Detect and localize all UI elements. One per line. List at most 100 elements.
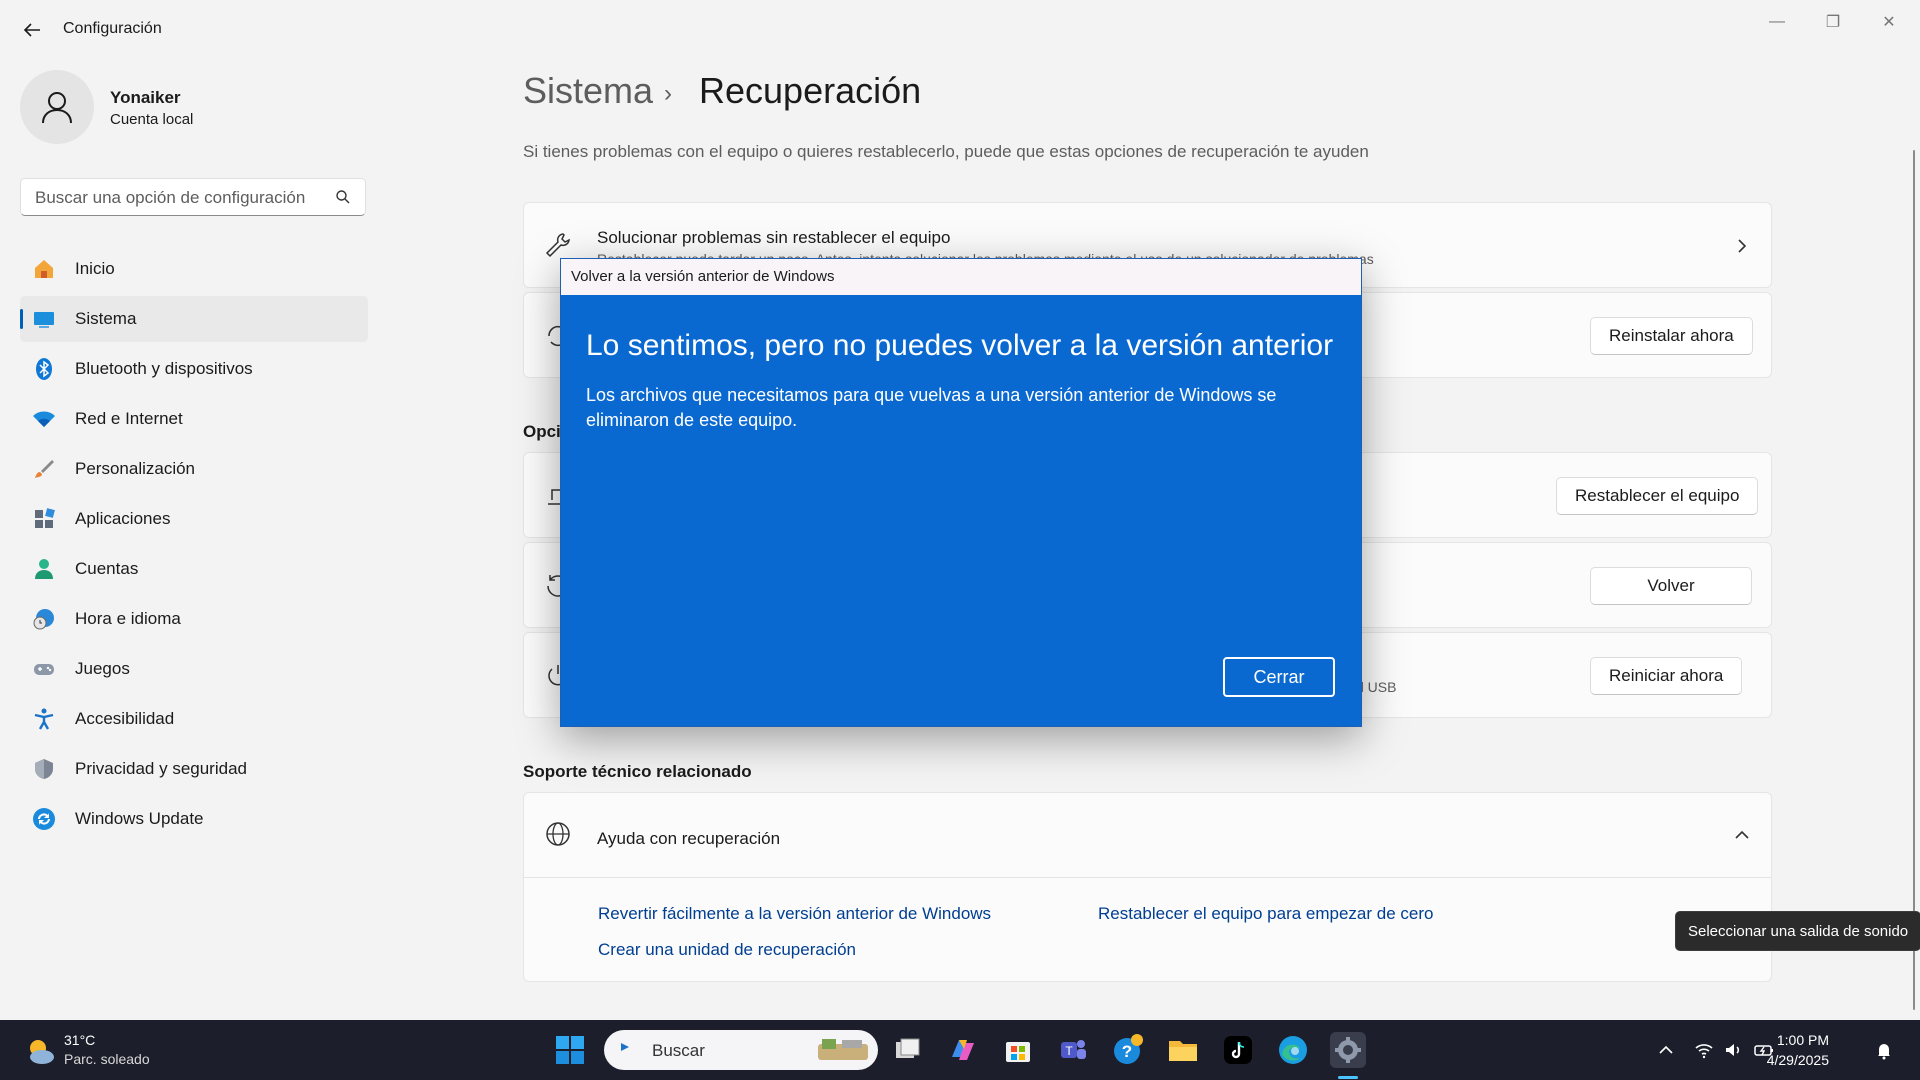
system-icon (34, 312, 54, 328)
search-highlight-icon (818, 1039, 868, 1060)
nav-item-hora[interactable]: Hora e idioma (20, 596, 368, 642)
chevron-up-icon[interactable] (1732, 825, 1752, 845)
link-reset-pc-fresh[interactable]: Restablecer el equipo para empezar de ce… (1098, 904, 1433, 924)
wifi-icon (33, 411, 55, 427)
nav-label: Personalización (75, 459, 196, 478)
nav-item-red[interactable]: Red e Internet (20, 396, 368, 442)
title-bar: Configuración — ❐ ✕ (0, 0, 1920, 60)
help-card-header[interactable]: Ayuda con recuperación (524, 793, 1771, 878)
nav-label: Hora e idioma (75, 609, 181, 628)
nav-item-privacidad[interactable]: Privacidad y seguridad (20, 746, 368, 792)
taskbar-edge[interactable] (1275, 1032, 1311, 1068)
taskbar: 31°C Parc. soleado T ? 1:00 PM 4/29/2025 (0, 1020, 1920, 1080)
tiktok-icon (1224, 1036, 1252, 1064)
taskbar-file-explorer[interactable] (1165, 1032, 1201, 1068)
accessibility-icon (34, 708, 54, 730)
nav-item-aplicaciones[interactable]: Aplicaciones (20, 496, 368, 542)
scrollbar[interactable] (1913, 150, 1915, 1010)
related-support-heading: Soporte técnico relacionado (523, 762, 752, 781)
globe-clock-icon (33, 609, 54, 630)
gamepad-icon (34, 664, 54, 675)
clock-date[interactable]: 4/29/2025 (1767, 1052, 1829, 1068)
search-input[interactable] (33, 179, 327, 217)
nav-label: Privacidad y seguridad (75, 759, 247, 778)
nav-item-inicio[interactable]: Inicio (20, 246, 368, 292)
taskbar-search[interactable] (604, 1030, 878, 1072)
sound-output-tooltip: Seleccionar una salida de sonido (1675, 911, 1920, 951)
taskbar-copilot[interactable] (945, 1032, 981, 1068)
nav-item-bluetooth[interactable]: Bluetooth y dispositivos (20, 346, 368, 392)
nav-item-sistema[interactable]: Sistema (20, 296, 368, 342)
notification-bell-icon[interactable] (1874, 1040, 1894, 1060)
clock-time[interactable]: 1:00 PM (1777, 1032, 1829, 1048)
nav-item-cuentas[interactable]: Cuentas (20, 546, 368, 592)
card-title: Ayuda con recuperación (597, 829, 781, 848)
nav-label: Inicio (75, 259, 115, 278)
weather-icon[interactable] (24, 1036, 56, 1066)
volume-icon[interactable] (1723, 1040, 1743, 1060)
windows-update-icon (33, 808, 55, 830)
link-revert-previous-windows[interactable]: Revertir fácilmente a la versión anterio… (598, 904, 991, 924)
dialog-heading: Lo sentimos, pero no puedes volver a la … (586, 329, 1334, 362)
get-help-icon: ? (1114, 1034, 1143, 1064)
weather-description[interactable]: Parc. soleado (64, 1051, 150, 1067)
taskbar-search-input[interactable] (650, 1030, 804, 1072)
copilot-search-icon (621, 1043, 629, 1051)
edge-icon (1279, 1036, 1307, 1064)
nav-item-personalizacion[interactable]: Personalización (20, 446, 368, 492)
folder-icon (1169, 1041, 1197, 1061)
close-dialog-button[interactable]: Cerrar (1223, 657, 1335, 697)
wifi-tray-icon[interactable] (1694, 1040, 1714, 1060)
help-recovery-card: Ayuda con recuperación Revertir fácilmen… (523, 792, 1772, 982)
search-icon[interactable] (335, 189, 351, 205)
reinstall-now-button[interactable]: Reinstalar ahora (1590, 317, 1753, 355)
shield-icon (35, 759, 53, 779)
taskbar-get-help[interactable]: ? (1110, 1032, 1146, 1068)
chevron-right-icon (1738, 239, 1747, 253)
restart-now-button[interactable]: Reiniciar ahora (1590, 657, 1743, 695)
minimize-button[interactable]: — (1757, 8, 1797, 36)
copilot-icon (952, 1040, 974, 1060)
globe-icon (546, 822, 570, 846)
nav-item-windows-update[interactable]: Windows Update (20, 796, 368, 842)
wrench-icon (545, 233, 570, 258)
settings-gear-icon (1335, 1037, 1361, 1063)
recovery-options-heading: Opciones de recuperación (523, 422, 563, 441)
windows-logo-icon (556, 1036, 584, 1064)
close-window-button[interactable]: ✕ (1869, 8, 1909, 36)
svg-text:?: ? (1122, 1042, 1132, 1061)
nav-label: Cuentas (75, 559, 139, 578)
apps-icon (35, 508, 55, 528)
taskbar-task-view[interactable] (890, 1032, 926, 1068)
page-description: Si tienes problemas con el equipo o quie… (523, 142, 1369, 161)
link-create-recovery-drive[interactable]: Crear una unidad de recuperación (598, 940, 856, 960)
breadcrumb-parent[interactable]: Sistema (523, 70, 653, 112)
back-arrow-icon[interactable] (20, 18, 44, 42)
go-back-button[interactable]: Volver (1590, 567, 1752, 605)
task-view-icon (896, 1038, 920, 1058)
start-button[interactable] (552, 1032, 588, 1068)
svg-text:T: T (1065, 1044, 1073, 1058)
person-icon (35, 559, 53, 579)
weather-temperature[interactable]: 31°C (64, 1032, 95, 1048)
microsoft-store-icon (1006, 1042, 1030, 1062)
nav-item-juegos[interactable]: Juegos (20, 646, 368, 692)
settings-search[interactable] (20, 178, 366, 217)
user-name: Yonaiker (110, 88, 181, 107)
brush-icon (35, 460, 54, 478)
bluetooth-icon (36, 358, 52, 380)
reset-pc-button[interactable]: Restablecer el equipo (1556, 477, 1759, 515)
taskbar-tiktok[interactable] (1220, 1032, 1256, 1068)
card-subtitle: d USB (1356, 679, 1397, 695)
chevron-up-tray-icon[interactable] (1656, 1040, 1676, 1060)
dialog-title: Volver a la versión anterior de Windows (571, 268, 835, 285)
nav-item-accesibilidad[interactable]: Accesibilidad (20, 696, 368, 742)
taskbar-teams[interactable]: T (1055, 1032, 1091, 1068)
taskbar-store[interactable] (1000, 1032, 1036, 1068)
nav-label: Red e Internet (75, 409, 183, 428)
nav-label: Sistema (75, 309, 137, 328)
taskbar-settings[interactable] (1330, 1032, 1366, 1068)
card-title: Solucionar problemas sin restablecer el … (597, 228, 951, 247)
restore-button[interactable]: ❐ (1813, 8, 1853, 36)
avatar[interactable] (20, 70, 94, 144)
